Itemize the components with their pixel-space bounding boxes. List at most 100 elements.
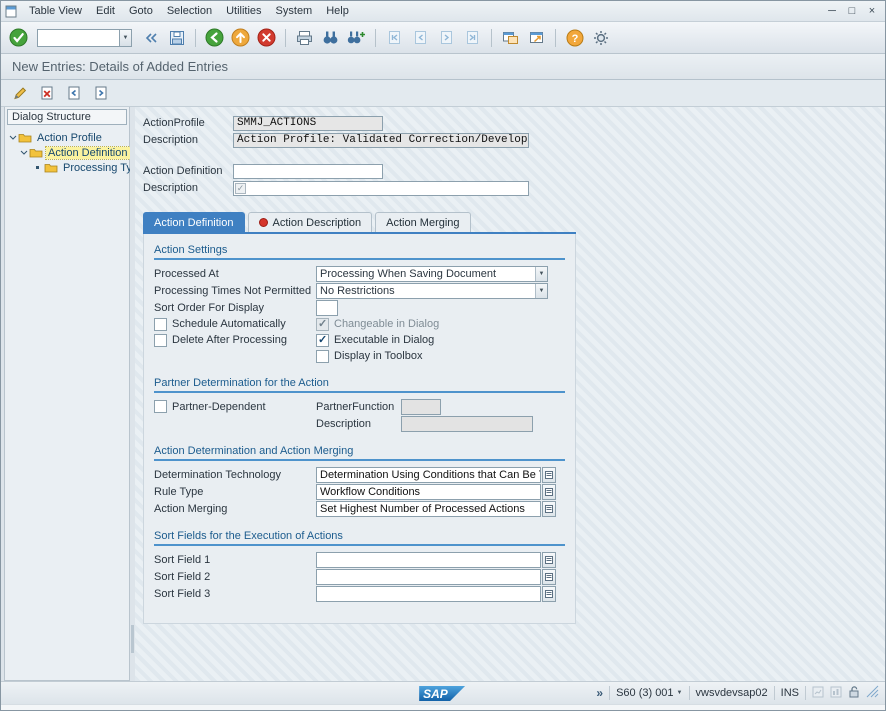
command-input[interactable] xyxy=(37,29,119,47)
partner-function-label: PartnerFunction xyxy=(316,401,401,413)
menu-utilities[interactable]: Utilities xyxy=(219,3,268,19)
section-title: Sort Fields for the Execution of Actions xyxy=(154,530,565,544)
sort-field-3-input[interactable] xyxy=(316,586,541,602)
enter-button[interactable] xyxy=(7,26,30,49)
network-status-icon xyxy=(812,686,824,701)
expand-messages-icon[interactable]: » xyxy=(596,686,603,700)
tab-action-description[interactable]: Action Description xyxy=(248,212,373,232)
executable-in-dialog-checkbox[interactable] xyxy=(316,334,329,347)
cancel-button[interactable] xyxy=(255,26,278,49)
action-merging-field[interactable]: Set Highest Number of Processed Actions xyxy=(316,501,541,517)
previous-entry-icon[interactable] xyxy=(63,83,85,104)
partner-description-field xyxy=(401,416,533,432)
system-session-combo[interactable]: S60 (3) 001 ▼ xyxy=(616,687,682,699)
action-definition-input[interactable] xyxy=(233,164,383,179)
field-flag-icon: ✓ xyxy=(235,183,246,194)
sort-order-input[interactable] xyxy=(316,300,338,316)
partner-function-input[interactable] xyxy=(401,399,441,415)
rule-type-field[interactable]: Workflow Conditions xyxy=(316,484,541,500)
host-name: vwsvdevsap02 xyxy=(696,687,768,699)
maximize-button[interactable]: □ xyxy=(843,4,861,19)
value-help-icon[interactable] xyxy=(542,467,556,483)
menu-selection[interactable]: Selection xyxy=(160,3,219,19)
display-in-toolbox-checkbox[interactable] xyxy=(316,350,329,363)
command-dropdown-icon[interactable]: ▼ xyxy=(119,29,132,47)
expand-chevron-icon[interactable] xyxy=(18,150,29,155)
tab-action-definition[interactable]: Action Definition xyxy=(143,212,245,232)
value-help-icon[interactable] xyxy=(542,501,556,517)
next-page-button[interactable] xyxy=(435,26,458,49)
value-help-icon[interactable] xyxy=(542,552,556,568)
system-menu-icon[interactable] xyxy=(5,5,18,18)
sort-field-1-label: Sort Field 1 xyxy=(154,554,316,566)
back-button[interactable] xyxy=(203,26,226,49)
resize-grip-icon[interactable] xyxy=(866,685,879,701)
tab-strip: Action Definition Action Description Act… xyxy=(143,212,885,232)
section-partner-determination: Partner Determination for the Action Par… xyxy=(154,377,565,432)
sort-field-1-input[interactable] xyxy=(316,552,541,568)
tab-action-merging[interactable]: Action Merging xyxy=(375,212,470,232)
value-help-icon[interactable] xyxy=(542,569,556,585)
minimize-button[interactable]: ─ xyxy=(823,4,841,19)
delete-after-processing-checkbox[interactable] xyxy=(154,334,167,347)
collapse-chevrons-icon[interactable] xyxy=(139,26,162,49)
window-bottom-edge xyxy=(1,704,885,710)
definition-description-input[interactable] xyxy=(233,181,529,196)
rule-type-label: Rule Type xyxy=(154,486,316,498)
lock-icon[interactable] xyxy=(848,685,860,701)
processed-at-label: Processed At xyxy=(154,268,316,280)
sort-order-label: Sort Order For Display xyxy=(154,302,316,314)
processing-times-dropdown[interactable]: No Restrictions ▼ xyxy=(316,283,548,299)
edit-entry-icon[interactable] xyxy=(9,83,31,104)
tree-item-action-profile[interactable]: Action Profile xyxy=(7,130,129,145)
splitter-grip[interactable] xyxy=(131,625,134,653)
checkbox-label: Display in Toolbox xyxy=(334,350,422,362)
create-shortcut-button[interactable] xyxy=(525,26,548,49)
value-help-icon[interactable] xyxy=(542,586,556,602)
insert-mode-indicator[interactable]: INS xyxy=(781,687,799,699)
schedule-automatically-checkbox[interactable] xyxy=(154,318,167,331)
action-profile-field[interactable]: SMMJ_ACTIONS xyxy=(233,116,383,131)
menu-table-view[interactable]: Table View xyxy=(22,3,89,19)
checkbox-label: Partner-Dependent xyxy=(172,401,266,413)
page-title: New Entries: Details of Added Entries xyxy=(12,59,228,74)
new-session-button[interactable] xyxy=(499,26,522,49)
exit-button[interactable] xyxy=(229,26,252,49)
sort-field-3-label: Sort Field 3 xyxy=(154,588,316,600)
determination-technology-field[interactable]: Determination Using Conditions that Can … xyxy=(316,467,541,483)
expand-chevron-icon[interactable] xyxy=(7,135,18,140)
partner-description-label: Description xyxy=(316,418,401,430)
red-circle-icon xyxy=(259,218,268,227)
menu-help[interactable]: Help xyxy=(319,3,356,19)
find-button[interactable] xyxy=(319,26,342,49)
first-page-button[interactable] xyxy=(383,26,406,49)
menu-goto[interactable]: Goto xyxy=(122,3,160,19)
folder-icon xyxy=(44,162,58,173)
action-definition-label: Action Definition xyxy=(143,165,233,177)
value-help-icon[interactable] xyxy=(542,484,556,500)
checkbox-label: Schedule Automatically xyxy=(172,318,286,330)
close-button[interactable]: × xyxy=(863,4,881,19)
menu-system[interactable]: System xyxy=(269,3,320,19)
previous-page-button[interactable] xyxy=(409,26,432,49)
tree-item-action-definition[interactable]: Action Definition xyxy=(7,145,129,160)
menu-edit[interactable]: Edit xyxy=(89,3,122,19)
scripting-status-icon xyxy=(830,686,842,701)
profile-description-field[interactable]: Action Profile: Validated Correction/Dev… xyxy=(233,133,529,148)
help-button[interactable]: ? xyxy=(563,26,586,49)
processed-at-dropdown[interactable]: Processing When Saving Document ▼ xyxy=(316,266,548,282)
tree-item-processing-types[interactable]: Processing Types xyxy=(7,160,129,175)
customize-layout-button[interactable] xyxy=(589,26,612,49)
sort-field-2-input[interactable] xyxy=(316,569,541,585)
next-entry-icon[interactable] xyxy=(90,83,112,104)
action-merging-label: Action Merging xyxy=(154,503,316,515)
last-page-button[interactable] xyxy=(461,26,484,49)
delete-entry-icon[interactable] xyxy=(36,83,58,104)
svg-text:?: ? xyxy=(571,33,578,45)
content-area: ActionProfile SMMJ_ACTIONS Description A… xyxy=(135,107,885,681)
print-button[interactable] xyxy=(293,26,316,49)
partner-dependent-checkbox[interactable] xyxy=(154,400,167,413)
save-button[interactable] xyxy=(165,26,188,49)
processing-times-label: Processing Times Not Permitted xyxy=(154,285,316,297)
find-next-button[interactable] xyxy=(345,26,368,49)
